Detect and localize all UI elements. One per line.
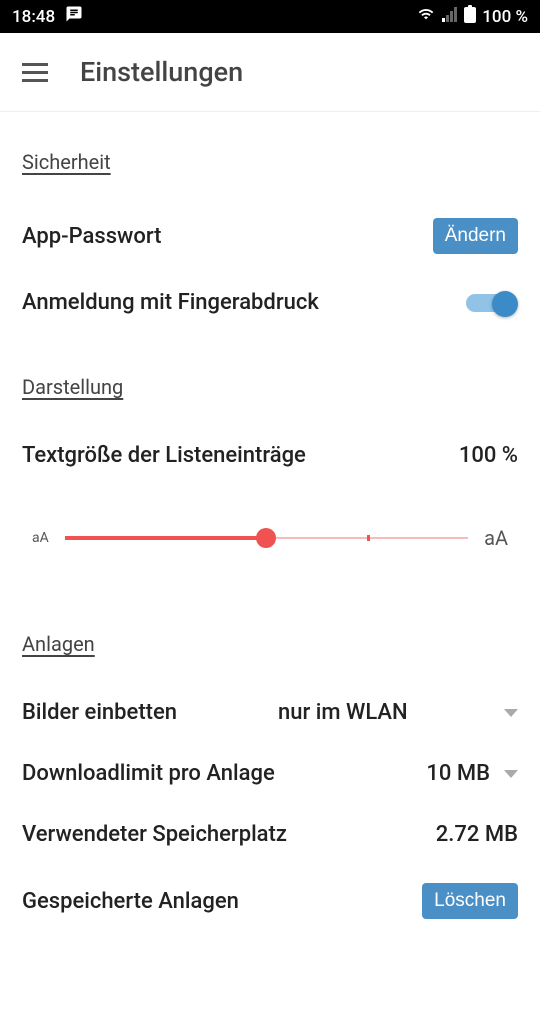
fingerprint-row: Anmeldung mit Fingerabdruck	[22, 290, 518, 315]
embed-images-label: Bilder einbetten	[22, 700, 177, 725]
battery-percent: 100 %	[482, 7, 528, 27]
download-limit-row: Downloadlimit pro Anlage 10 MB	[22, 761, 518, 786]
embed-images-dropdown[interactable]: nur im WLAN	[278, 700, 518, 725]
settings-content: Sicherheit App-Passwort Ändern Anmeldung…	[0, 112, 540, 919]
chevron-down-icon	[504, 770, 518, 778]
text-size-row: Textgröße der Listeneinträge 100 %	[22, 443, 518, 468]
message-icon	[65, 5, 83, 28]
chevron-down-icon	[504, 709, 518, 717]
menu-icon[interactable]	[22, 63, 48, 82]
saved-attachments-label: Gespeicherte Anlagen	[22, 889, 239, 914]
fingerprint-toggle[interactable]	[466, 291, 518, 315]
download-limit-dropdown[interactable]: 10 MB	[426, 761, 518, 786]
saved-attachments-row: Gespeicherte Anlagen Löschen	[22, 883, 518, 919]
embed-images-value: nur im WLAN	[278, 700, 408, 725]
page-title: Einstellungen	[80, 56, 243, 88]
wifi-icon	[416, 6, 436, 27]
status-time: 18:48	[12, 7, 55, 27]
text-size-value: 100 %	[459, 443, 518, 468]
app-password-row: App-Passwort Ändern	[22, 218, 518, 254]
text-size-slider-row: aA aA	[22, 526, 518, 550]
change-password-button[interactable]: Ändern	[433, 218, 518, 254]
battery-icon	[464, 5, 476, 28]
download-limit-label: Downloadlimit pro Anlage	[22, 761, 275, 786]
app-password-label: App-Passwort	[22, 224, 161, 249]
fingerprint-label: Anmeldung mit Fingerabdruck	[22, 290, 319, 315]
section-heading-attachments: Anlagen	[22, 632, 95, 656]
text-size-slider[interactable]	[65, 528, 468, 548]
section-heading-display: Darstellung	[22, 375, 123, 399]
embed-images-row: Bilder einbetten nur im WLAN	[22, 700, 518, 725]
used-storage-row: Verwendeter Speicherplatz 2.72 MB	[22, 822, 518, 847]
text-size-label: Textgröße der Listeneinträge	[22, 443, 306, 468]
signal-icon	[442, 6, 458, 27]
status-bar: 18:48 100 %	[0, 0, 540, 33]
app-bar: Einstellungen	[0, 33, 540, 112]
download-limit-value: 10 MB	[426, 761, 490, 786]
used-storage-label: Verwendeter Speicherplatz	[22, 822, 287, 847]
delete-attachments-button[interactable]: Löschen	[422, 883, 518, 919]
slider-min-label: aA	[32, 530, 49, 546]
section-heading-security: Sicherheit	[22, 150, 111, 174]
slider-max-label: aA	[484, 526, 508, 550]
used-storage-value: 2.72 MB	[436, 822, 518, 847]
